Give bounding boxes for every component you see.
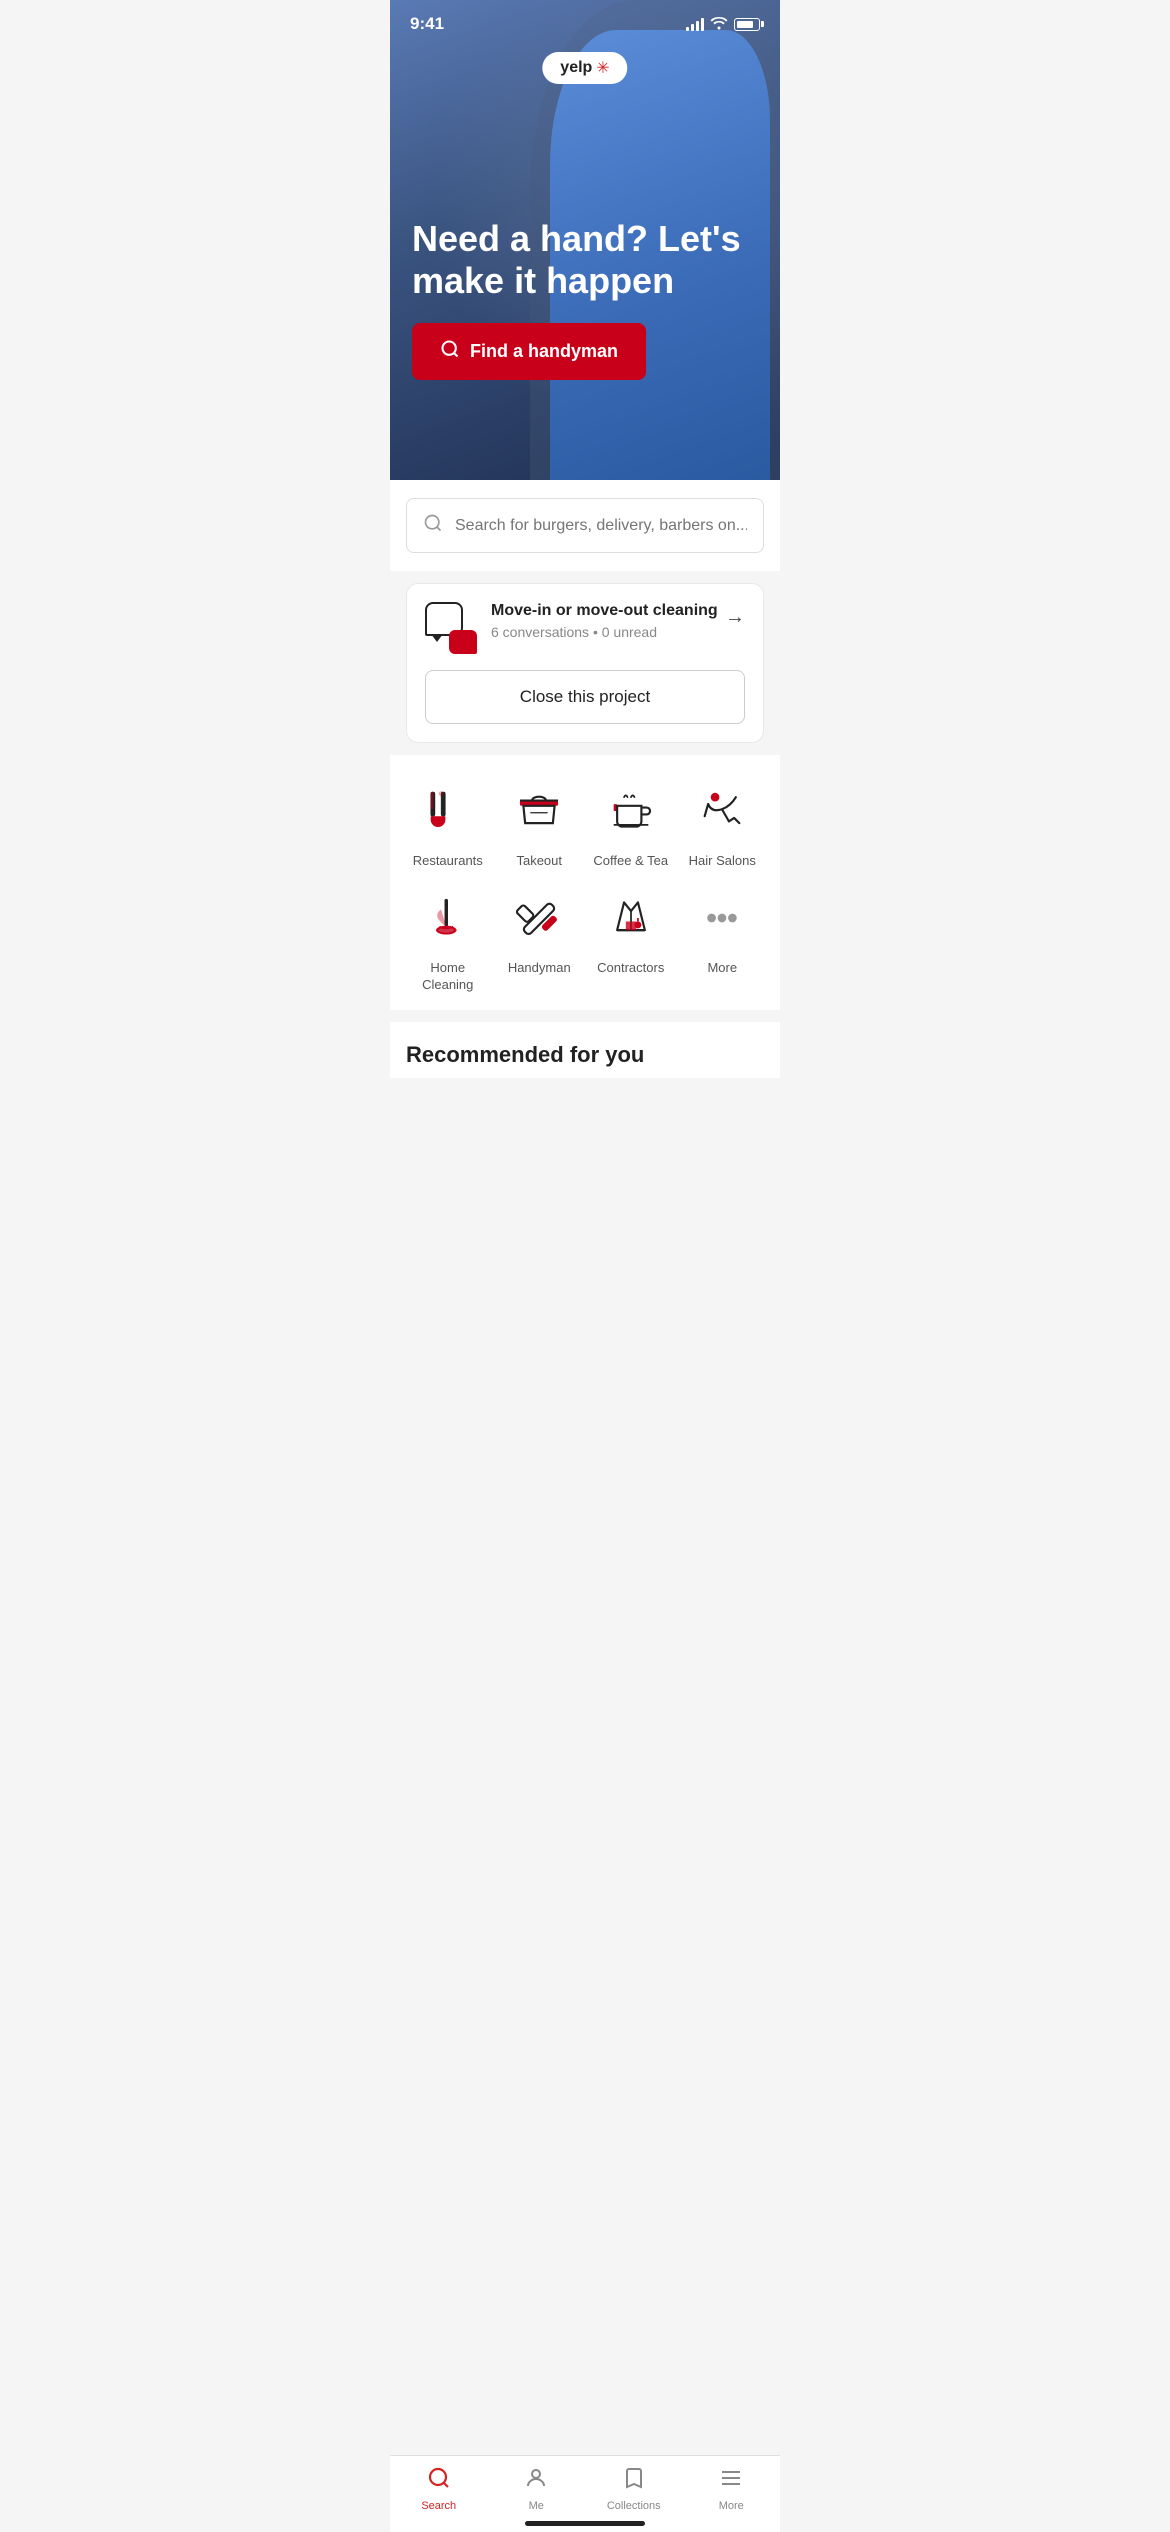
category-restaurants[interactable]: Restaurants [406, 779, 490, 870]
tab-me[interactable]: Me [488, 2466, 586, 2512]
category-more[interactable]: More [681, 886, 765, 994]
recommended-title: Recommended for you [406, 1042, 764, 1068]
tab-more-label: More [719, 2500, 744, 2512]
coffee-tea-label: Coffee & Tea [593, 853, 668, 870]
hero-cta-label: Find a handyman [470, 341, 618, 362]
tab-collections[interactable]: Collections [585, 2466, 683, 2512]
restaurants-label: Restaurants [413, 853, 483, 870]
home-cleaning-icon [416, 886, 480, 950]
tab-more[interactable]: More [683, 2466, 781, 2512]
search-box[interactable] [406, 498, 764, 553]
home-indicator [525, 2521, 645, 2526]
category-home-cleaning[interactable]: Home Cleaning [406, 886, 490, 994]
more-icon [690, 886, 754, 950]
category-contractors[interactable]: Contractors [589, 886, 673, 994]
yelp-burst-icon: ✳ [596, 58, 609, 78]
more-tab-icon [719, 2466, 743, 2496]
restaurants-icon [416, 779, 480, 843]
collections-tab-icon [622, 2466, 646, 2496]
contractors-label: Contractors [597, 960, 664, 977]
project-header: Move-in or move-out cleaning 6 conversat… [425, 602, 745, 654]
more-label: More [707, 960, 737, 977]
recommended-section: Recommended for you [390, 1022, 780, 1078]
status-icons [686, 16, 760, 33]
tab-search-label: Search [421, 2500, 456, 2512]
home-cleaning-label: Home Cleaning [406, 960, 490, 994]
hero-content: Need a hand? Let's make it happen Find a… [412, 218, 758, 380]
project-title: Move-in or move-out cleaning [491, 602, 718, 620]
close-project-button[interactable]: Close this project [425, 670, 745, 724]
yelp-logo: yelp ✳ [542, 52, 627, 84]
handyman-label: Handyman [508, 960, 571, 977]
category-hair-salons[interactable]: Hair Salons [681, 779, 765, 870]
handyman-icon [507, 886, 571, 950]
category-coffee-tea[interactable]: Coffee & Tea [589, 779, 673, 870]
wifi-icon [710, 16, 728, 33]
contractors-icon [599, 886, 663, 950]
hair-salons-label: Hair Salons [689, 853, 756, 870]
project-card: Move-in or move-out cleaning 6 conversat… [406, 583, 764, 743]
categories-grid: Restaurants Takeout [406, 779, 764, 994]
coffee-tea-icon [599, 779, 663, 843]
search-icon [423, 513, 443, 538]
tab-collections-label: Collections [607, 2500, 661, 2512]
project-text: Move-in or move-out cleaning 6 conversat… [491, 602, 718, 640]
find-handyman-button[interactable]: Find a handyman [412, 323, 646, 380]
hero-section: 9:41 yelp ✳ [390, 0, 780, 480]
hero-title: Need a hand? Let's make it happen [412, 218, 758, 301]
categories-section: Restaurants Takeout [390, 755, 780, 1010]
tab-search[interactable]: Search [390, 2466, 488, 2512]
hair-salons-icon [690, 779, 754, 843]
chat-bubble-reply-icon [449, 630, 477, 654]
category-takeout[interactable]: Takeout [498, 779, 582, 870]
takeout-icon [507, 779, 571, 843]
search-container [390, 480, 780, 571]
search-input[interactable] [455, 517, 747, 535]
chat-icon [425, 602, 477, 654]
status-bar: 9:41 yelp ✳ [390, 0, 780, 40]
signal-bars-icon [686, 18, 704, 31]
me-tab-icon [524, 2466, 548, 2496]
tab-me-label: Me [529, 2500, 544, 2512]
search-icon [440, 339, 460, 364]
arrow-right-icon[interactable]: → [725, 606, 745, 629]
status-time: 9:41 [410, 14, 444, 34]
project-meta: 6 conversations • 0 unread [491, 624, 718, 640]
takeout-label: Takeout [516, 853, 562, 870]
project-info: Move-in or move-out cleaning 6 conversat… [425, 602, 718, 654]
category-handyman[interactable]: Handyman [498, 886, 582, 994]
battery-icon [734, 18, 760, 31]
search-tab-icon [427, 2466, 451, 2496]
yelp-text: yelp [560, 59, 592, 77]
